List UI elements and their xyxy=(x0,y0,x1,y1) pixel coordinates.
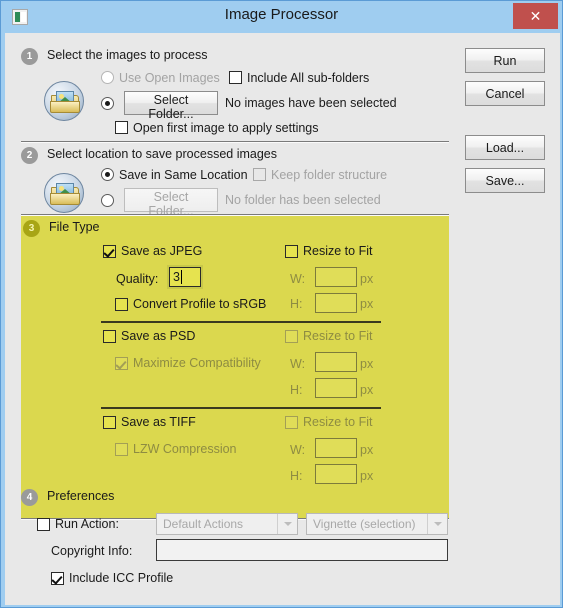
tiff-width-unit: px xyxy=(360,443,374,457)
jpeg-width-label: W: xyxy=(290,272,306,286)
save-same-location-radio[interactable] xyxy=(101,168,114,181)
jpeg-height-unit: px xyxy=(360,297,374,311)
save-as-tiff-checkbox[interactable] xyxy=(103,416,116,429)
save-as-psd-label: Save as PSD xyxy=(121,329,196,343)
lzw-compression-label: LZW Compression xyxy=(133,442,237,456)
step-4-badge: 4 xyxy=(21,489,38,506)
tiff-resize-to-fit-label: Resize to Fit xyxy=(303,415,373,429)
select-folder-radio[interactable] xyxy=(101,97,114,110)
tiff-width-input[interactable] xyxy=(315,438,357,458)
psd-resize-to-fit-checkbox[interactable] xyxy=(285,330,298,343)
convert-srgb-label: Convert Profile to sRGB xyxy=(133,297,267,311)
action-set-dropdown[interactable]: Default Actions xyxy=(156,513,298,535)
jpeg-quality-input[interactable] xyxy=(169,267,201,287)
source-folder-icon xyxy=(44,81,84,121)
keep-folder-structure-label: Keep folder structure xyxy=(271,168,388,182)
select-destination-folder-button[interactable]: Select Folder... xyxy=(124,188,218,218)
text-caret xyxy=(181,270,182,284)
tiff-height-label: H: xyxy=(290,469,303,483)
cancel-button[interactable]: Cancel xyxy=(465,81,545,106)
run-action-label: Run Action: xyxy=(55,517,119,531)
open-first-image-label: Open first image to apply settings xyxy=(133,121,319,135)
step-3-badge: 3 xyxy=(23,220,40,237)
window-title: Image Processor xyxy=(224,6,339,23)
jpeg-psd-separator xyxy=(101,321,381,323)
save-button[interactable]: Save... xyxy=(465,168,545,193)
psd-height-input[interactable] xyxy=(315,378,357,398)
run-action-checkbox[interactable] xyxy=(37,518,50,531)
action-name-dropdown[interactable]: Vignette (selection) xyxy=(306,513,448,535)
include-icc-profile-label: Include ICC Profile xyxy=(69,571,174,585)
select-destination-radio[interactable] xyxy=(101,194,114,207)
psd-width-input[interactable] xyxy=(315,352,357,372)
psd-width-unit: px xyxy=(360,357,374,371)
close-icon[interactable]: ✕ xyxy=(513,3,558,29)
source-folder-status: No images have been selected xyxy=(225,96,397,110)
copyright-info-input[interactable] xyxy=(156,539,448,561)
jpeg-resize-to-fit-checkbox[interactable] xyxy=(285,245,298,258)
titlebar: Image Processor ✕ xyxy=(1,1,562,33)
psd-tiff-separator xyxy=(101,407,381,409)
maximize-compatibility-checkbox[interactable] xyxy=(115,357,128,370)
tiff-height-unit: px xyxy=(360,469,374,483)
psd-height-label: H: xyxy=(290,383,303,397)
jpeg-height-input[interactable] xyxy=(315,293,357,313)
use-open-images-radio[interactable] xyxy=(101,71,114,84)
tiff-width-label: W: xyxy=(290,443,306,457)
step-1-badge: 1 xyxy=(21,48,38,65)
lzw-compression-checkbox[interactable] xyxy=(115,443,128,456)
step-2-title: Select location to save processed images xyxy=(47,147,277,161)
copyright-info-label: Copyright Info: xyxy=(51,544,133,558)
chevron-down-icon[interactable] xyxy=(427,514,447,534)
open-first-image-checkbox[interactable] xyxy=(115,121,128,134)
step-4-title: Preferences xyxy=(47,489,115,503)
psd-width-label: W: xyxy=(290,357,306,371)
save-as-jpeg-checkbox[interactable] xyxy=(103,245,116,258)
jpeg-width-input[interactable] xyxy=(315,267,357,287)
action-name-value: Vignette (selection) xyxy=(313,517,416,531)
keep-folder-structure-checkbox[interactable] xyxy=(253,168,266,181)
psd-resize-to-fit-label: Resize to Fit xyxy=(303,329,373,343)
tiff-resize-to-fit-checkbox[interactable] xyxy=(285,416,298,429)
action-set-value: Default Actions xyxy=(163,517,244,531)
convert-srgb-checkbox[interactable] xyxy=(115,298,128,311)
jpeg-quality-label: Quality: xyxy=(116,272,159,286)
use-open-images-label: Use Open Images xyxy=(119,71,220,85)
image-processor-window: Image Processor ✕ Run Cancel Load... Sav… xyxy=(0,0,563,608)
step-3-title: File Type xyxy=(49,220,100,234)
jpeg-height-label: H: xyxy=(290,297,303,311)
include-subfolders-label: Include All sub-folders xyxy=(247,71,370,85)
chevron-down-icon[interactable] xyxy=(277,514,297,534)
jpeg-resize-to-fit-label: Resize to Fit xyxy=(303,244,373,258)
save-as-psd-checkbox[interactable] xyxy=(103,330,116,343)
step-1-title: Select the images to process xyxy=(47,48,208,62)
include-icc-profile-checkbox[interactable] xyxy=(51,572,64,585)
step-2-badge: 2 xyxy=(21,147,38,164)
jpeg-width-unit: px xyxy=(360,272,374,286)
include-subfolders-checkbox[interactable] xyxy=(229,71,242,84)
maximize-compatibility-label: Maximize Compatibility xyxy=(133,356,261,370)
select-source-folder-button[interactable]: Select Folder... xyxy=(124,91,218,121)
destination-folder-icon xyxy=(44,173,84,213)
save-same-location-label: Save in Same Location xyxy=(119,168,248,182)
tiff-height-input[interactable] xyxy=(315,464,357,484)
divider-1 xyxy=(21,141,449,143)
destination-folder-status: No folder has been selected xyxy=(225,193,381,207)
psd-height-unit: px xyxy=(360,383,374,397)
load-button[interactable]: Load... xyxy=(465,135,545,160)
dialog-body: Run Cancel Load... Save... 1 Select the … xyxy=(5,33,560,605)
save-as-tiff-label: Save as TIFF xyxy=(121,415,196,429)
run-button[interactable]: Run xyxy=(465,48,545,73)
save-as-jpeg-label: Save as JPEG xyxy=(121,244,203,258)
